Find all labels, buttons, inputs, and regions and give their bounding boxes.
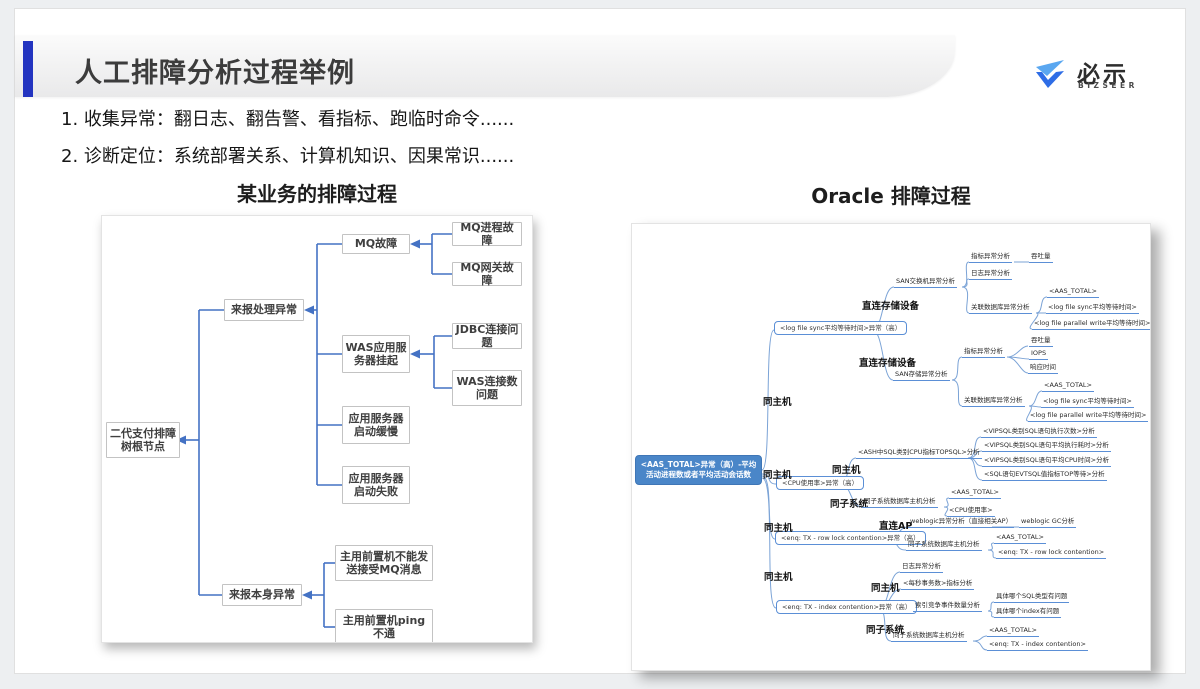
mindmap-box-log-file-sync: <log file sync平均等待时间>异常（高） (774, 321, 907, 335)
mindmap-line-aas-4: <AAS_TOTAL> (994, 533, 1046, 544)
tree-node-root: 二代支付排障树根节点 (106, 422, 180, 458)
mindmap-line-rowlock-leaf: <enq: TX - row lock contention> (996, 548, 1106, 559)
mindmap-line-evtsql-topwait: <SQL语句EVTSQL值指标TOP等待>分析 (982, 470, 1107, 481)
edge-label-das-1: 直连存储设备 (862, 298, 919, 312)
tree-node-appserver-slow-start: 应用服务器启动缓慢 (342, 406, 410, 444)
mindmap-line-weblogic-gc: weblogic GC分析 (1019, 517, 1076, 528)
bizseer-logo-icon (1031, 59, 1069, 95)
mindmap-line-subsys-db-2: 同子系统数据库主机分析 (906, 540, 982, 551)
mindmap-line-aas-3: <AAS_TOTAL> (949, 488, 1001, 499)
tree-node-mq-gateway-fault: MQ网关故障 (452, 262, 522, 286)
edge-label-same-host-3: 同主机 (764, 520, 793, 534)
mindmap-line-cpu-usage: <CPU使用率> (947, 506, 995, 517)
mindmap-line-indexcont-leaf: <enq: TX - index contention> (987, 640, 1088, 651)
mindmap-line-throughput-2: 吞吐量 (1029, 336, 1053, 347)
mindmap-box-row-lock: <enq: TX - row lock contention>异常（高） (775, 531, 926, 545)
tree-node-was-conn-issue: WAS连接数问题 (452, 370, 522, 406)
mindmap-line-lfpw-1: <log file parallel write平均等待时间> (1032, 319, 1151, 330)
mindmap-line-tps-metric: <每秒事务数>指标分析 (901, 579, 974, 590)
mindmap-line-log-2: 日志异常分析 (900, 562, 943, 573)
title-accent-bar (23, 41, 33, 97)
mindmap-box-index-contention: <enq: TX - index contention>异常（高） (776, 600, 917, 614)
mindmap-line-subsys-db-3: 同子系统数据库主机分析 (891, 631, 967, 642)
mindmap-line-lfpw-2: <log file parallel write平均等待时间> (1028, 411, 1148, 422)
mindmap-line-aas-2: <AAS_TOTAL> (1042, 381, 1094, 392)
screenshot-canvas: 人工排障分析过程举例 必示 BIZSEER 1. 收集异常：翻日志、翻告警、看指… (0, 0, 1200, 689)
mindmap-line-throughput-1: 吞吐量 (1029, 252, 1053, 263)
tree-node-was-hang: WAS应用服务器挂起 (342, 335, 410, 373)
edge-label-same-host-6: 同主机 (871, 580, 900, 594)
tree-node-mq-fault: MQ故障 (342, 234, 410, 254)
mindmap-line-vipsql-cputime: <VIPSQL类别SQL语句平均CPU时间>分析 (982, 456, 1111, 467)
mindmap-line-which-sqltype: 具体哪个SQL类型有问题 (994, 592, 1069, 603)
tree-node-appserver-start-fail: 应用服务器启动失败 (342, 466, 410, 504)
edge-label-das-2: 直连存储设备 (859, 355, 916, 369)
mindmap-line-reldb-1: 关联数据库异常分析 (969, 303, 1032, 314)
mindmap-line-lfs-2: <log file sync平均等待时间> (1041, 397, 1134, 408)
bullet-collect-anomaly: 1. 收集异常：翻日志、翻告警、看指标、跑临时命令...... (61, 105, 514, 131)
bizseer-logo: 必示 BIZSEER (1031, 55, 1181, 97)
tree-node-frontend-ping: 主用前置机ping不通 (335, 609, 433, 643)
mindmap-line-aas-1: <AAS_TOTAL> (1047, 287, 1099, 298)
mindmap-line-weblogic: weblogic异常分析（直接相关AP） (908, 517, 1014, 528)
left-diagram-heading: 某业务的排障过程 (167, 178, 467, 207)
mindmap-line-lfs-1: <log file sync平均等待时间> (1046, 303, 1139, 314)
mindmap-line-vipsql-avgtime: <VIPSQL类别SQL语句平均执行耗时>分析 (982, 441, 1111, 452)
tree-node-report-handling: 来报处理异常 (224, 299, 304, 321)
mindmap-root: <AAS_TOTAL>异常（高）-平均活动进程数或者平均活动会话数 (635, 455, 762, 485)
mindmap-line-subsys-db-1: 同子系统数据库主机分析 (862, 497, 938, 508)
bullet-diagnose-locate: 2. 诊断定位：系统部署关系、计算机知识、因果常识...... (61, 142, 514, 168)
mindmap-line-reldb-2: 关联数据库异常分析 (962, 396, 1025, 407)
mindmap-line-san-storage: SAN存储异常分析 (893, 370, 950, 381)
tree-node-frontend-mq-msg: 主用前置机不能发送接受MQ消息 (335, 545, 433, 581)
edge-label-same-host-2: 同主机 (763, 467, 792, 481)
mindmap-line-metric-1: 指标异常分析 (969, 252, 1012, 263)
mindmap-line-vipsql-count: <VIPSQL类别SQL语句执行次数>分析 (981, 427, 1097, 438)
presentation-slide: 人工排障分析过程举例 必示 BIZSEER 1. 收集异常：翻日志、翻告警、看指… (14, 8, 1186, 674)
mindmap-line-iops: IOPS (1029, 349, 1048, 360)
bizseer-logo-subtext: BIZSEER (1078, 81, 1138, 90)
tree-node-jdbc-issue: JDBC连接问题 (452, 323, 522, 349)
tree-node-report-itself: 来报本身异常 (222, 584, 302, 606)
right-diagram-panel: <AAS_TOTAL>异常（高）-平均活动进程数或者平均活动会话数 <log fi… (631, 223, 1151, 671)
mindmap-line-ash-topsql: <ASH中SQL类别CPU指标TOPSQL>分析 (856, 448, 982, 459)
edge-label-same-host-5: 同主机 (832, 462, 861, 476)
right-diagram-heading: Oracle 排障过程 (715, 180, 1067, 209)
edge-label-same-host-4: 同主机 (764, 569, 793, 583)
page-title: 人工排障分析过程举例 (75, 51, 355, 90)
mindmap-line-resp-time: 响应时间 (1028, 363, 1058, 374)
mindmap-line-log-1: 日志异常分析 (969, 269, 1012, 280)
tree-node-mq-process-fault: MQ进程故障 (452, 222, 522, 246)
mindmap-line-aas-5: <AAS_TOTAL> (987, 626, 1039, 637)
mindmap-line-index-contention-count: 索引竞争事件数量分析 (913, 601, 982, 612)
mindmap-line-metric-2: 指标异常分析 (962, 347, 1005, 358)
mindmap-line-san-switch: SAN交换机异常分析 (894, 277, 957, 288)
edge-label-same-host-1: 同主机 (763, 394, 792, 408)
left-diagram-panel: 二代支付排障树根节点 来报处理异常来报本身异常 MQ故障 WAS应用服务器挂起应用服务… (101, 215, 533, 643)
mindmap-line-which-index: 具体哪个index有问题 (994, 607, 1061, 618)
